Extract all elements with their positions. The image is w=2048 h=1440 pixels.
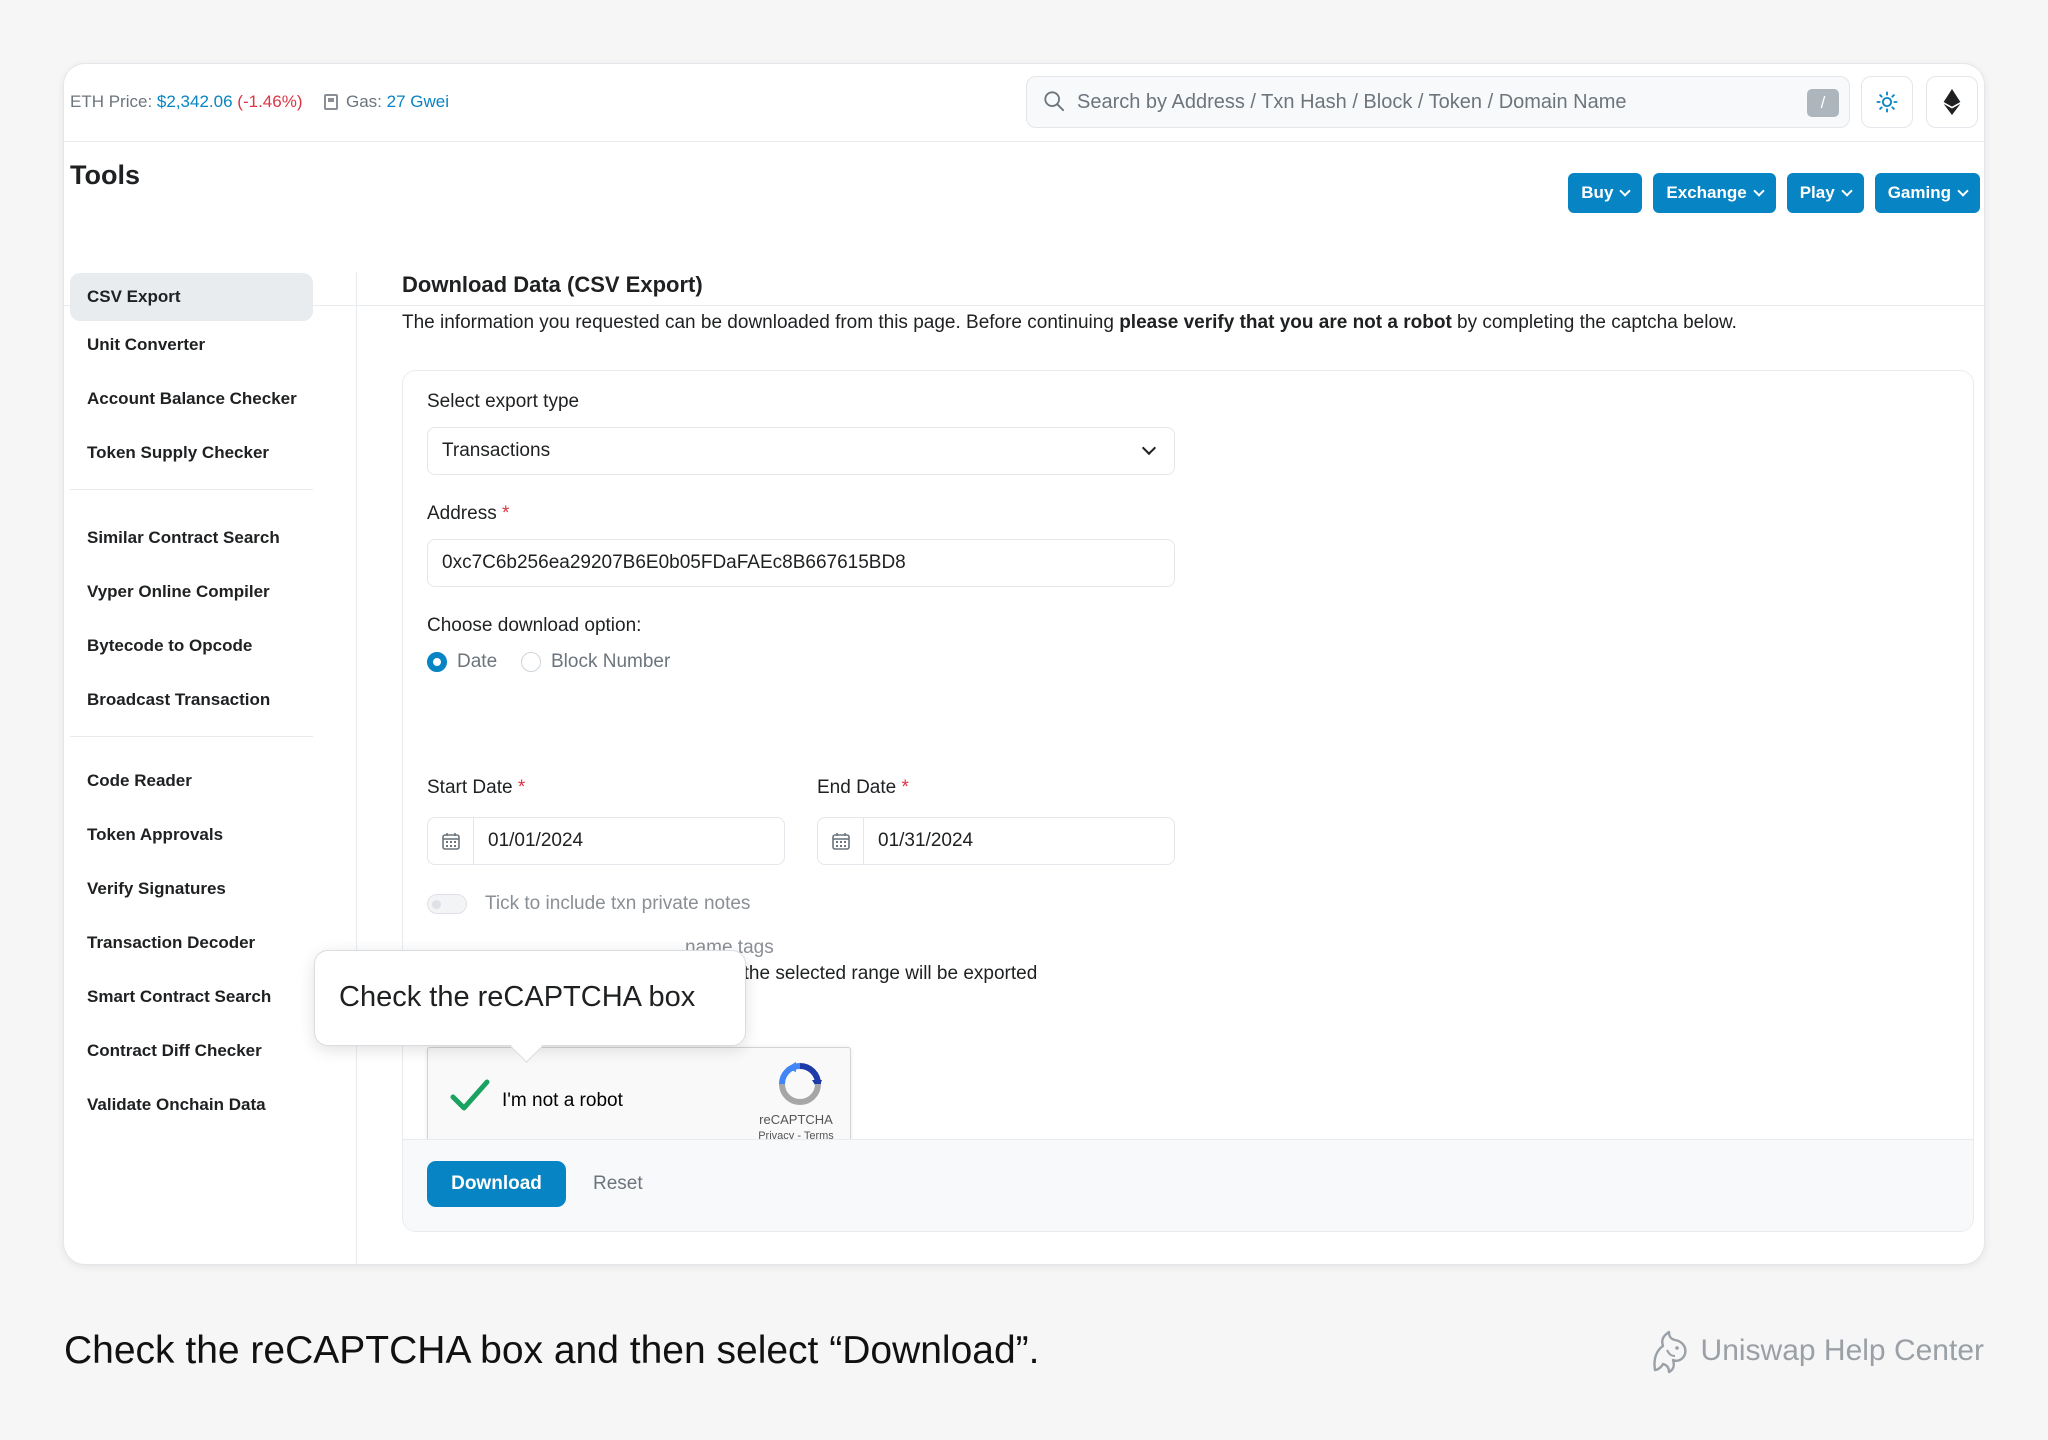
address-label: Address * (427, 503, 510, 524)
private-notes-toggle[interactable] (427, 894, 467, 914)
radio-date[interactable]: Date (427, 651, 497, 673)
export-type-label: Select export type (427, 391, 580, 412)
end-date-input[interactable]: 01/31/2024 (817, 817, 1175, 865)
start-date-label: Start Date * (427, 777, 526, 798)
brand-name: Uniswap Help Center (1700, 1334, 1984, 1367)
gaming-button[interactable]: Gaming (1874, 173, 1980, 213)
recaptcha-logo-icon (779, 1062, 822, 1105)
caption-text: Check the reCAPTCHA box and then select … (64, 1329, 1040, 1372)
top-bar: ETH Price: $2,342.06 (-1.46%) Gas: 27 Gw… (64, 64, 1984, 142)
eth-price-label: ETH Price: (70, 92, 153, 111)
radio-block-number[interactable]: Block Number (521, 651, 670, 673)
gas-value[interactable]: 27 Gwei (387, 92, 449, 111)
gas-pump-icon (324, 94, 338, 110)
chevron-down-icon (1841, 184, 1853, 197)
recaptcha-widget: I'm not a robot reCAPTCHA Privacy - Term… (427, 1047, 851, 1153)
required-mark: * (501, 503, 510, 524)
search-icon (1044, 91, 1065, 112)
sidebar-item-token-approvals[interactable]: Token Approvals (70, 811, 313, 859)
end-date-label: End Date * (817, 777, 909, 798)
radio-block-number-label: Block Number (551, 651, 671, 672)
instruction-tooltip: Check the reCAPTCHA box (314, 950, 746, 1046)
chevron-down-icon (1619, 184, 1632, 197)
toggle-private-notes-row: Tick to include txn private notes (427, 893, 750, 915)
main-description: The information you requested can be dow… (402, 312, 1737, 333)
sidebar-item-broadcast-transaction[interactable]: Broadcast Transaction (70, 676, 313, 724)
chevron-down-icon (1957, 184, 1969, 197)
gas-label: Gas: (346, 92, 382, 111)
sidebar-item-vyper-online-compiler[interactable]: Vyper Online Compiler (70, 568, 313, 616)
sidebar-border (356, 272, 357, 1264)
start-date-value: 01/01/2024 (488, 830, 584, 851)
search-input[interactable] (1077, 77, 1777, 127)
sidebar-item-smart-contract-search[interactable]: Smart Contract Search (70, 973, 313, 1021)
sidebar-item-unit-converter[interactable]: Unit Converter (70, 321, 313, 369)
page-title: Tools (70, 160, 140, 190)
download-button[interactable]: Download (427, 1161, 566, 1207)
ethereum-icon (1943, 89, 1961, 115)
page-header (64, 143, 1984, 306)
main-title: Download Data (CSV Export) (402, 272, 703, 297)
form-footer: Download Reset (403, 1139, 1973, 1231)
radio-button[interactable] (521, 652, 541, 672)
search-bar: / (1026, 76, 1850, 128)
checkmark-icon[interactable] (450, 1078, 490, 1114)
address-input[interactable]: 0xc7C6b256ea29207B6E0b05FDaFAEc8B667615B… (427, 539, 1175, 587)
recaptcha-label: I'm not a robot (502, 1090, 623, 1111)
sidebar-item-transaction-decoder[interactable]: Transaction Decoder (70, 919, 313, 967)
exchange-button[interactable]: Exchange (1653, 173, 1776, 213)
radio-button-checked[interactable] (427, 652, 447, 672)
eth-price: ETH Price: $2,342.06 (-1.46%) (70, 92, 302, 112)
private-notes-label: Tick to include txn private notes (485, 893, 751, 914)
chevron-down-icon (1753, 184, 1765, 197)
unicorn-logo-icon (1652, 1330, 1687, 1374)
search-shortcut-key: / (1807, 89, 1839, 117)
sidebar-divider (70, 736, 313, 737)
sidebar-divider (70, 489, 313, 490)
gas-price: Gas: 27 Gwei (324, 92, 449, 112)
sidebar-item-bytecode-to-opcode[interactable]: Bytecode to Opcode (70, 622, 313, 670)
eth-price-value[interactable]: $2,342.06 (157, 92, 233, 111)
download-option-label: Choose download option: (427, 615, 642, 636)
sidebar-item-similar-contract-search[interactable]: Similar Contract Search (70, 514, 313, 562)
export-type-value: Transactions (442, 440, 551, 461)
export-type-select[interactable]: Transactions (427, 427, 1175, 475)
sidebar-item-account-balance-checker[interactable]: Account Balance Checker (70, 375, 313, 423)
sidebar-item-code-reader[interactable]: Code Reader (70, 757, 313, 805)
chevron-down-icon (1141, 440, 1157, 456)
calendar-icon (818, 818, 864, 864)
start-date-input[interactable]: 01/01/2024 (427, 817, 785, 865)
eth-price-change: (-1.46%) (237, 92, 303, 111)
export-form: Select export type Transactions Address … (402, 370, 1974, 1232)
play-button[interactable]: Play (1786, 173, 1864, 213)
sidebar-item-contract-diff-checker[interactable]: Contract Diff Checker (70, 1027, 313, 1075)
theme-toggle-button[interactable] (1861, 76, 1913, 128)
sidebar-item-csv-export[interactable]: CSV Export (70, 273, 313, 321)
recaptcha-brand: reCAPTCHA (759, 1112, 833, 1127)
radio-date-label: Date (457, 651, 498, 672)
sidebar-item-verify-signatures[interactable]: Verify Signatures (70, 865, 313, 913)
sun-icon (1876, 91, 1898, 113)
brand-footer: Uniswap Help Center (1647, 1328, 1984, 1374)
calendar-icon (428, 818, 474, 864)
reset-button[interactable]: Reset (593, 1173, 643, 1195)
buy-button[interactable]: Buy (1568, 173, 1643, 213)
network-switch-button[interactable] (1926, 76, 1978, 128)
header-buttons: Buy Exchange Play Gaming (1568, 173, 1980, 213)
tool-page-card: ETH Price: $2,342.06 (-1.46%) Gas: 27 Gw… (63, 63, 1985, 1265)
sidebar-item-token-supply-checker[interactable]: Token Supply Checker (70, 429, 313, 477)
end-date-value: 01/31/2024 (878, 830, 974, 851)
tools-sidebar: CSV Export Unit Converter Account Balanc… (70, 273, 313, 1129)
sidebar-item-validate-onchain-data[interactable]: Validate Onchain Data (70, 1081, 313, 1129)
